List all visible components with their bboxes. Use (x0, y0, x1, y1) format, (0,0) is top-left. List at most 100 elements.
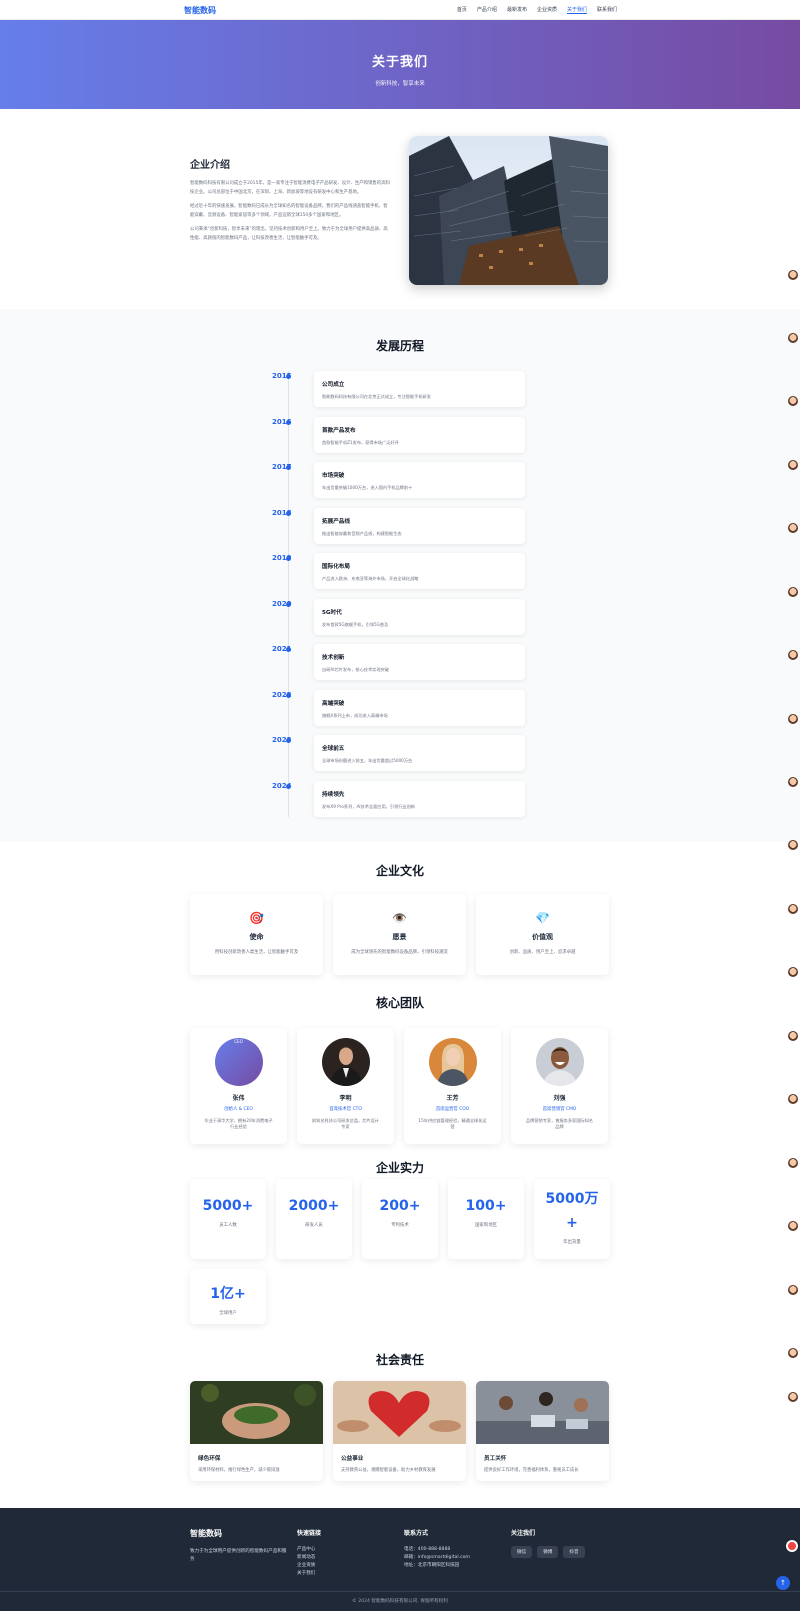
timeline-dot (286, 374, 291, 379)
timeline-card: 高端突破 旗舰X系列上市，成功进入高端市场 (314, 690, 525, 726)
side-avatar-icon[interactable] (788, 714, 798, 724)
side-avatar-icon[interactable] (788, 650, 798, 660)
culture-cards: 🎯 使命 用科技创新改善人类生活，让智能触手可及 👁️ 愿景成为全球领先的智能数码设备… (190, 894, 609, 975)
stat-label: 员工人数 (219, 1223, 237, 1228)
footer-contact: 联系方式 电话：400-888-8888 邮箱：info@smartdigita… (404, 1528, 470, 1570)
social-cards: 绿色环保 采用环保材料，推行绿色生产，减少碳排放 公益事业 支持教育公益，捐赠智… (190, 1381, 609, 1481)
culture-card-desc: 成为全球领先的智能数码设备品牌，引领科技潮流 (351, 950, 448, 955)
social-responsibility-section: 社会责任 绿色环保 采用环保材料，推行绿色生产，减少碳排放 公益事业 支持教育公… (0, 1351, 800, 1508)
timeline-item: 2021 技术创新 自研AI芯片发布，核心技术实现突破 (0, 644, 800, 680)
member-desc: 毕业于清华大学，拥有20年消费电子行业经验 (204, 1118, 273, 1129)
team-section: 核心团队 CEO 张伟 创始人 & CEO 毕业于清华大学，拥有20年消费电子行… (0, 994, 800, 1165)
member-desc: 15年供应链管理经验，精通全球化运营 (418, 1118, 487, 1129)
stat-number: 5000+ (202, 1198, 254, 1214)
timeline-item: 2023 全球前五 全球市场份额进入前五，年出货量超过5000万台 (0, 735, 800, 771)
timeline-card: 5G时代 发布首款5G旗舰手机，引领5G普及 (314, 599, 525, 635)
member-desc: 前知名科技公司研发总监，芯片设计专家 (311, 1118, 379, 1129)
stat-label: 年出货量 (563, 1240, 581, 1245)
footer-logo: 智能数码 (190, 1529, 222, 1538)
nav-item-qualification[interactable]: 企业资质 (537, 6, 557, 14)
side-avatar-icon[interactable] (788, 396, 798, 406)
stat-card: 2000+ 研发人员 (276, 1179, 352, 1259)
side-avatar-icon[interactable] (788, 777, 798, 787)
culture-card-title: 愿景 (392, 933, 407, 941)
member-role: 首席营销官 CMO (542, 1107, 577, 1112)
member-name: 李明 (339, 1095, 352, 1102)
stat-card: 200+ 专利技术 (362, 1179, 438, 1259)
wechat-link[interactable]: 微信 (511, 1546, 533, 1558)
timeline-card: 市场突破 年出货量突破1000万台，进入国内手机品牌前十 (314, 462, 525, 498)
side-avatar-icon[interactable] (788, 1094, 798, 1104)
timeline-item: 2017 市场突破 年出货量突破1000万台，进入国内手机品牌前十 (0, 462, 800, 498)
weibo-link[interactable]: 微博 (537, 1546, 559, 1558)
intro-paragraph: 智能数码科技有限公司成立于2015年，是一家专注于智能消费电子产品研发、设计、生… (190, 181, 390, 195)
douyin-link[interactable]: 抖音 (563, 1546, 585, 1558)
page-title: 关于我们 (371, 55, 428, 70)
chat-icon[interactable] (786, 1540, 798, 1552)
timeline-title: 拓展产品线 (322, 519, 350, 525)
member-role: 创始人 & CEO (224, 1107, 253, 1112)
timeline-card: 公司成立 智能数码科技有限公司在北京正式成立，专注智能手机研发 (314, 371, 525, 407)
eye-icon: 👁️ (392, 911, 407, 925)
side-avatar-icon[interactable] (788, 1031, 798, 1041)
timeline-item: 2019 国际化布局 产品进入欧洲、东南亚等海外市场，开启全球化战略 (0, 553, 800, 589)
side-avatar-icon[interactable] (788, 1392, 798, 1402)
footer-brand-desc: 致力于为全球用户提供创新的智能数码产品和服务 (190, 1549, 287, 1562)
timeline-desc: 产品进入欧洲、东南亚等海外市场，开启全球化战略 (322, 576, 419, 581)
culture-card-title: 使命 (249, 933, 264, 941)
footer-link-qualification[interactable]: 企业资质 (297, 1562, 321, 1570)
nav-item-home[interactable]: 首页 (457, 6, 467, 14)
timeline-item: 2022 高端突破 旗舰X系列上市，成功进入高端市场 (0, 690, 800, 726)
avatar (321, 1038, 370, 1086)
side-avatar-icon[interactable] (788, 460, 798, 470)
footer-follow: 关注我们 微信 微博 抖音 (511, 1528, 585, 1558)
side-avatar-icon[interactable] (788, 967, 798, 977)
intro-text: 企业介绍 智能数码科技有限公司成立于2015年，是一家专注于智能消费电子产品研发… (190, 156, 390, 249)
timeline-item: 2015 公司成立 智能数码科技有限公司在北京正式成立，专注智能手机研发 (0, 371, 800, 407)
timeline-dot (286, 784, 291, 789)
timeline-card: 首款产品发布 首款智能手机Z1发布，获得市场广泛好评 (314, 417, 525, 453)
side-avatar-icon[interactable] (788, 523, 798, 533)
side-avatar-icon[interactable] (788, 270, 798, 280)
timeline-title: 公司成立 (322, 382, 345, 388)
timeline-desc: 首款智能手机Z1发布，获得市场广泛好评 (322, 440, 399, 445)
site-logo[interactable]: 智能数码 (184, 5, 216, 16)
side-avatar-icon[interactable] (788, 904, 798, 914)
footer-brand: 智能数码 致力于为全球用户提供创新的智能数码产品和服务 (190, 1528, 290, 1564)
stats-section: 企业实力 5000+ 员工人数 2000+ 研发人员 200+ 专利技术 100+ 国家… (0, 1159, 800, 1351)
nav-item-contact[interactable]: 联系我们 (597, 6, 617, 14)
member-name: 王芳 (446, 1095, 459, 1102)
side-avatar-icon[interactable] (788, 840, 798, 850)
stats-grid: 5000+ 员工人数 2000+ 研发人员 200+ 专利技术 100+ 国家和地区 5… (190, 1179, 610, 1324)
timeline-dot (286, 647, 291, 652)
team-member-card: 王芳 首席运营官 COO 15年供应链管理经验，精通全球化运营 (404, 1028, 501, 1144)
team-member-card: 李明 首席技术官 CTO 前知名科技公司研发总监，芯片设计专家 (297, 1028, 394, 1144)
nav-item-news[interactable]: 最新发布 (507, 6, 527, 14)
nav-item-about[interactable]: 关于我们 (566, 6, 587, 14)
social-card: 绿色环保 采用环保材料，推行绿色生产，减少碳排放 (190, 1381, 323, 1481)
timeline-desc: 发布首款5G旗舰手机，引领5G普及 (322, 622, 389, 627)
footer-address: 地址：北京市朝阳区科技园 (404, 1563, 460, 1568)
footer-link-about[interactable]: 关于我们 (297, 1570, 321, 1578)
social-card-title: 员工关怀 (484, 1456, 507, 1462)
back-to-top-icon[interactable]: ↑ (776, 1576, 790, 1590)
side-avatar-icon[interactable] (788, 1221, 798, 1231)
culture-card-mission: 🎯 使命 用科技创新改善人类生活，让智能触手可及 (190, 894, 323, 975)
diamond-icon: 💎 (535, 911, 550, 925)
history-title: 发展历程 (375, 339, 424, 353)
avatar: CEO (214, 1038, 263, 1086)
side-avatar-icon[interactable] (788, 587, 798, 597)
social-card-desc: 支持教育公益，捐赠智能设备，助力乡村教育发展 (341, 1468, 436, 1473)
social-card-title: 公益事业 (341, 1456, 364, 1462)
stat-label: 国家和地区 (475, 1223, 497, 1228)
side-avatar-icon[interactable] (788, 1348, 798, 1358)
side-avatar-icon[interactable] (788, 1158, 798, 1168)
footer-link-news[interactable]: 新闻动态 (297, 1554, 321, 1562)
side-avatar-icon[interactable] (788, 1285, 798, 1295)
timeline-desc: 发布X9 Pro系列，AI技术全面应用，引领行业创新 (322, 804, 415, 809)
nav-item-products[interactable]: 产品介绍 (477, 6, 497, 14)
footer-link-products[interactable]: 产品中心 (297, 1546, 321, 1554)
team-member-card: 刘强 首席营销官 CMO 品牌营销专家，曾服务多家国际知名品牌 (511, 1028, 608, 1144)
side-avatar-icon[interactable] (788, 333, 798, 343)
office-team-image (476, 1381, 609, 1444)
